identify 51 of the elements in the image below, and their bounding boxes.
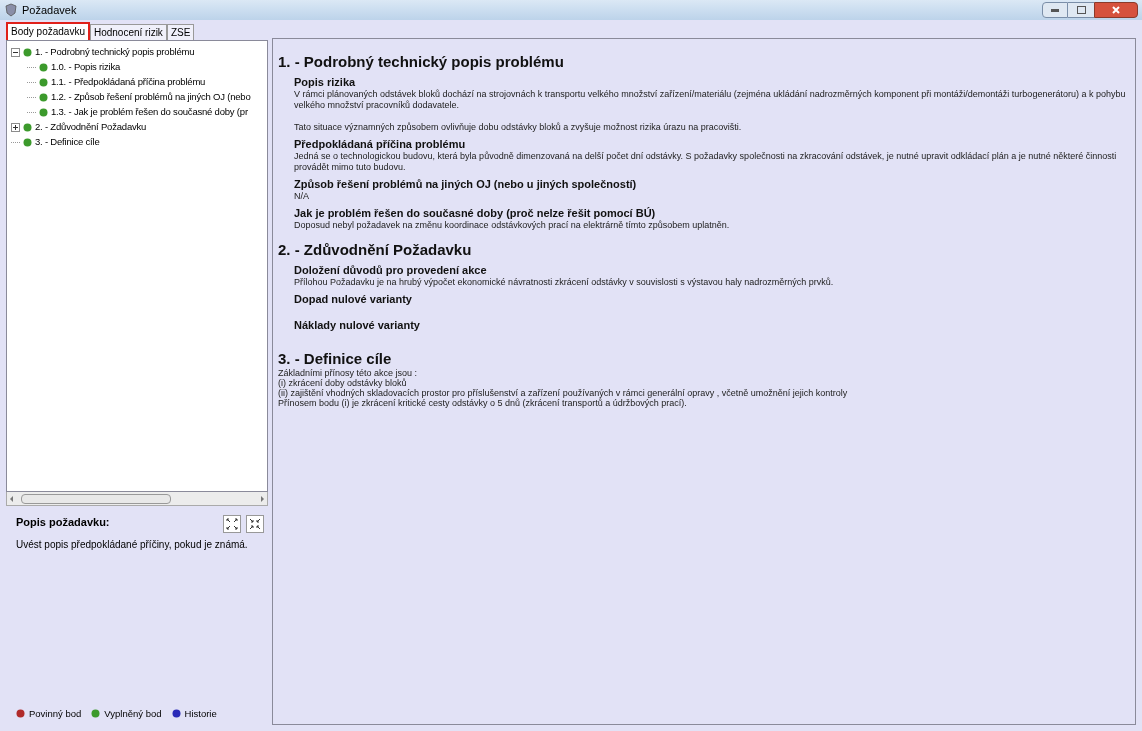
maximize-button[interactable] bbox=[1068, 2, 1094, 18]
subsection-heading: Dopad nulové varianty bbox=[294, 292, 413, 306]
legend-label: Povinný bod bbox=[29, 706, 82, 721]
section-title: 2. - Zdůvodnění Požadavku bbox=[278, 241, 473, 259]
paragraph: Doposud nebyl požadavek na změnu koordinace odstávkových prací na elektrárně tímto způsobem uplatněn. bbox=[294, 220, 731, 231]
paragraph: N/A bbox=[294, 191, 310, 202]
paragraph: V rámci plánovaných odstávek bloků dochází na strojovnách k transportu velkého množství zařízení/materiálu (zejména ukládání nadrozměrných komponent při montáži/demontáži turbogenerátoru) a k pohybu velkého množství pracovníků dodavatele. bbox=[294, 89, 1127, 111]
tree-item[interactable]: 1.0. - Popis rizika bbox=[51, 60, 121, 75]
subsection-heading: Náklady nulové varianty bbox=[294, 318, 421, 332]
tree-item[interactable]: 1.2. - Způsob řešení problémů na jiných OJ (nebo bbox=[51, 90, 251, 105]
collapse-button[interactable] bbox=[246, 514, 264, 533]
paragraph: Tato situace významných způsobem ovlivňuje dobu odstávky bloků a zvyšuje možnost rizika úrazu na pracovišti. bbox=[294, 122, 743, 133]
tree-item[interactable]: 3. - Definice cíle bbox=[35, 135, 100, 150]
horizontal-scrollbar[interactable] bbox=[6, 492, 268, 506]
paragraph: Jedná se o technologickou budovu, která byla původně dimenzovaná na delší počet dní odstávky. S požadavky společnosti na zkracování odstávek, je nutné upravit odkládací plán a je nutné některé činnosti provádět mimo tuto budovu. bbox=[294, 151, 1118, 173]
paragraph: Přílohou Požadavku je na hrubý výpočet ekonomické návratnosti zkrácení odstávky v souvislosti s výstavou haly nadrozměrných prvků. bbox=[294, 277, 835, 288]
tree-item[interactable]: 1.3. - Jak je problém řešen do současné doby (pr bbox=[51, 105, 248, 120]
text-line: (i) zkrácení doby odstávky bloků bbox=[278, 378, 407, 388]
tree-item[interactable]: 1. - Podrobný technický popis problému bbox=[35, 45, 195, 60]
minimize-icon bbox=[1051, 8, 1059, 12]
minimize-button[interactable] bbox=[1042, 2, 1068, 18]
expand-icon bbox=[226, 517, 238, 530]
collapse-node-icon[interactable] bbox=[11, 48, 20, 57]
section-title: 3. - Definice cíle bbox=[278, 350, 393, 368]
subsection-heading: Doložení důvodů pro provedení akce bbox=[294, 263, 488, 277]
close-button[interactable] bbox=[1094, 2, 1138, 18]
subsection-heading: Popis rizika bbox=[294, 75, 357, 89]
close-icon bbox=[1112, 6, 1120, 14]
subsection-heading: Způsob řešení problémů na jiných OJ (nebo u jiných společností) bbox=[294, 177, 638, 191]
maximize-icon bbox=[1076, 6, 1086, 14]
expand-button[interactable] bbox=[223, 514, 241, 533]
collapse-icon bbox=[249, 517, 261, 530]
description-title: Popis požadavku: bbox=[16, 515, 110, 530]
subsection-heading: Jak je problém řešen do současné doby (proč nelze řešit pomocí BÚ) bbox=[294, 206, 657, 220]
tree-item[interactable]: 2. - Zdůvodnění Požadavku bbox=[35, 120, 147, 135]
expand-node-icon[interactable] bbox=[11, 123, 20, 132]
text-line: Přínosem bodu (i) je zkrácení kritické cesty odstávky o 5 dnů (zkrácení transportů a údržbových prací). bbox=[278, 398, 687, 408]
tab[interactable]: Body požadavku bbox=[6, 22, 90, 40]
text-line: (ii) zajištění vhodných skladovacích prostor pro příslušenství a zařízení používaných v rámci generální opravy , včetně umožnění jejich kontroly bbox=[278, 388, 849, 398]
tab[interactable]: Hodnocení rizik bbox=[89, 24, 167, 40]
subsection-heading: Předpokládaná příčina problému bbox=[294, 137, 467, 151]
app-icon bbox=[4, 3, 18, 17]
text-line: Základními přínosy této akce jsou : bbox=[278, 368, 419, 378]
scrollbar-thumb[interactable] bbox=[21, 493, 171, 504]
tree-item[interactable]: 1.1. - Předpokládaná příčina problému bbox=[51, 75, 206, 90]
legend-label: Vyplněný bod bbox=[104, 706, 162, 721]
legend-label: Historie bbox=[184, 706, 217, 721]
tab[interactable]: ZSE bbox=[166, 24, 195, 40]
section-title: 1. - Podrobný technický popis problému bbox=[278, 53, 565, 71]
description-text: Uvést popis předpokládané příčiny, pokud je známá. bbox=[16, 537, 249, 552]
window-title: Požadavek bbox=[22, 2, 77, 18]
